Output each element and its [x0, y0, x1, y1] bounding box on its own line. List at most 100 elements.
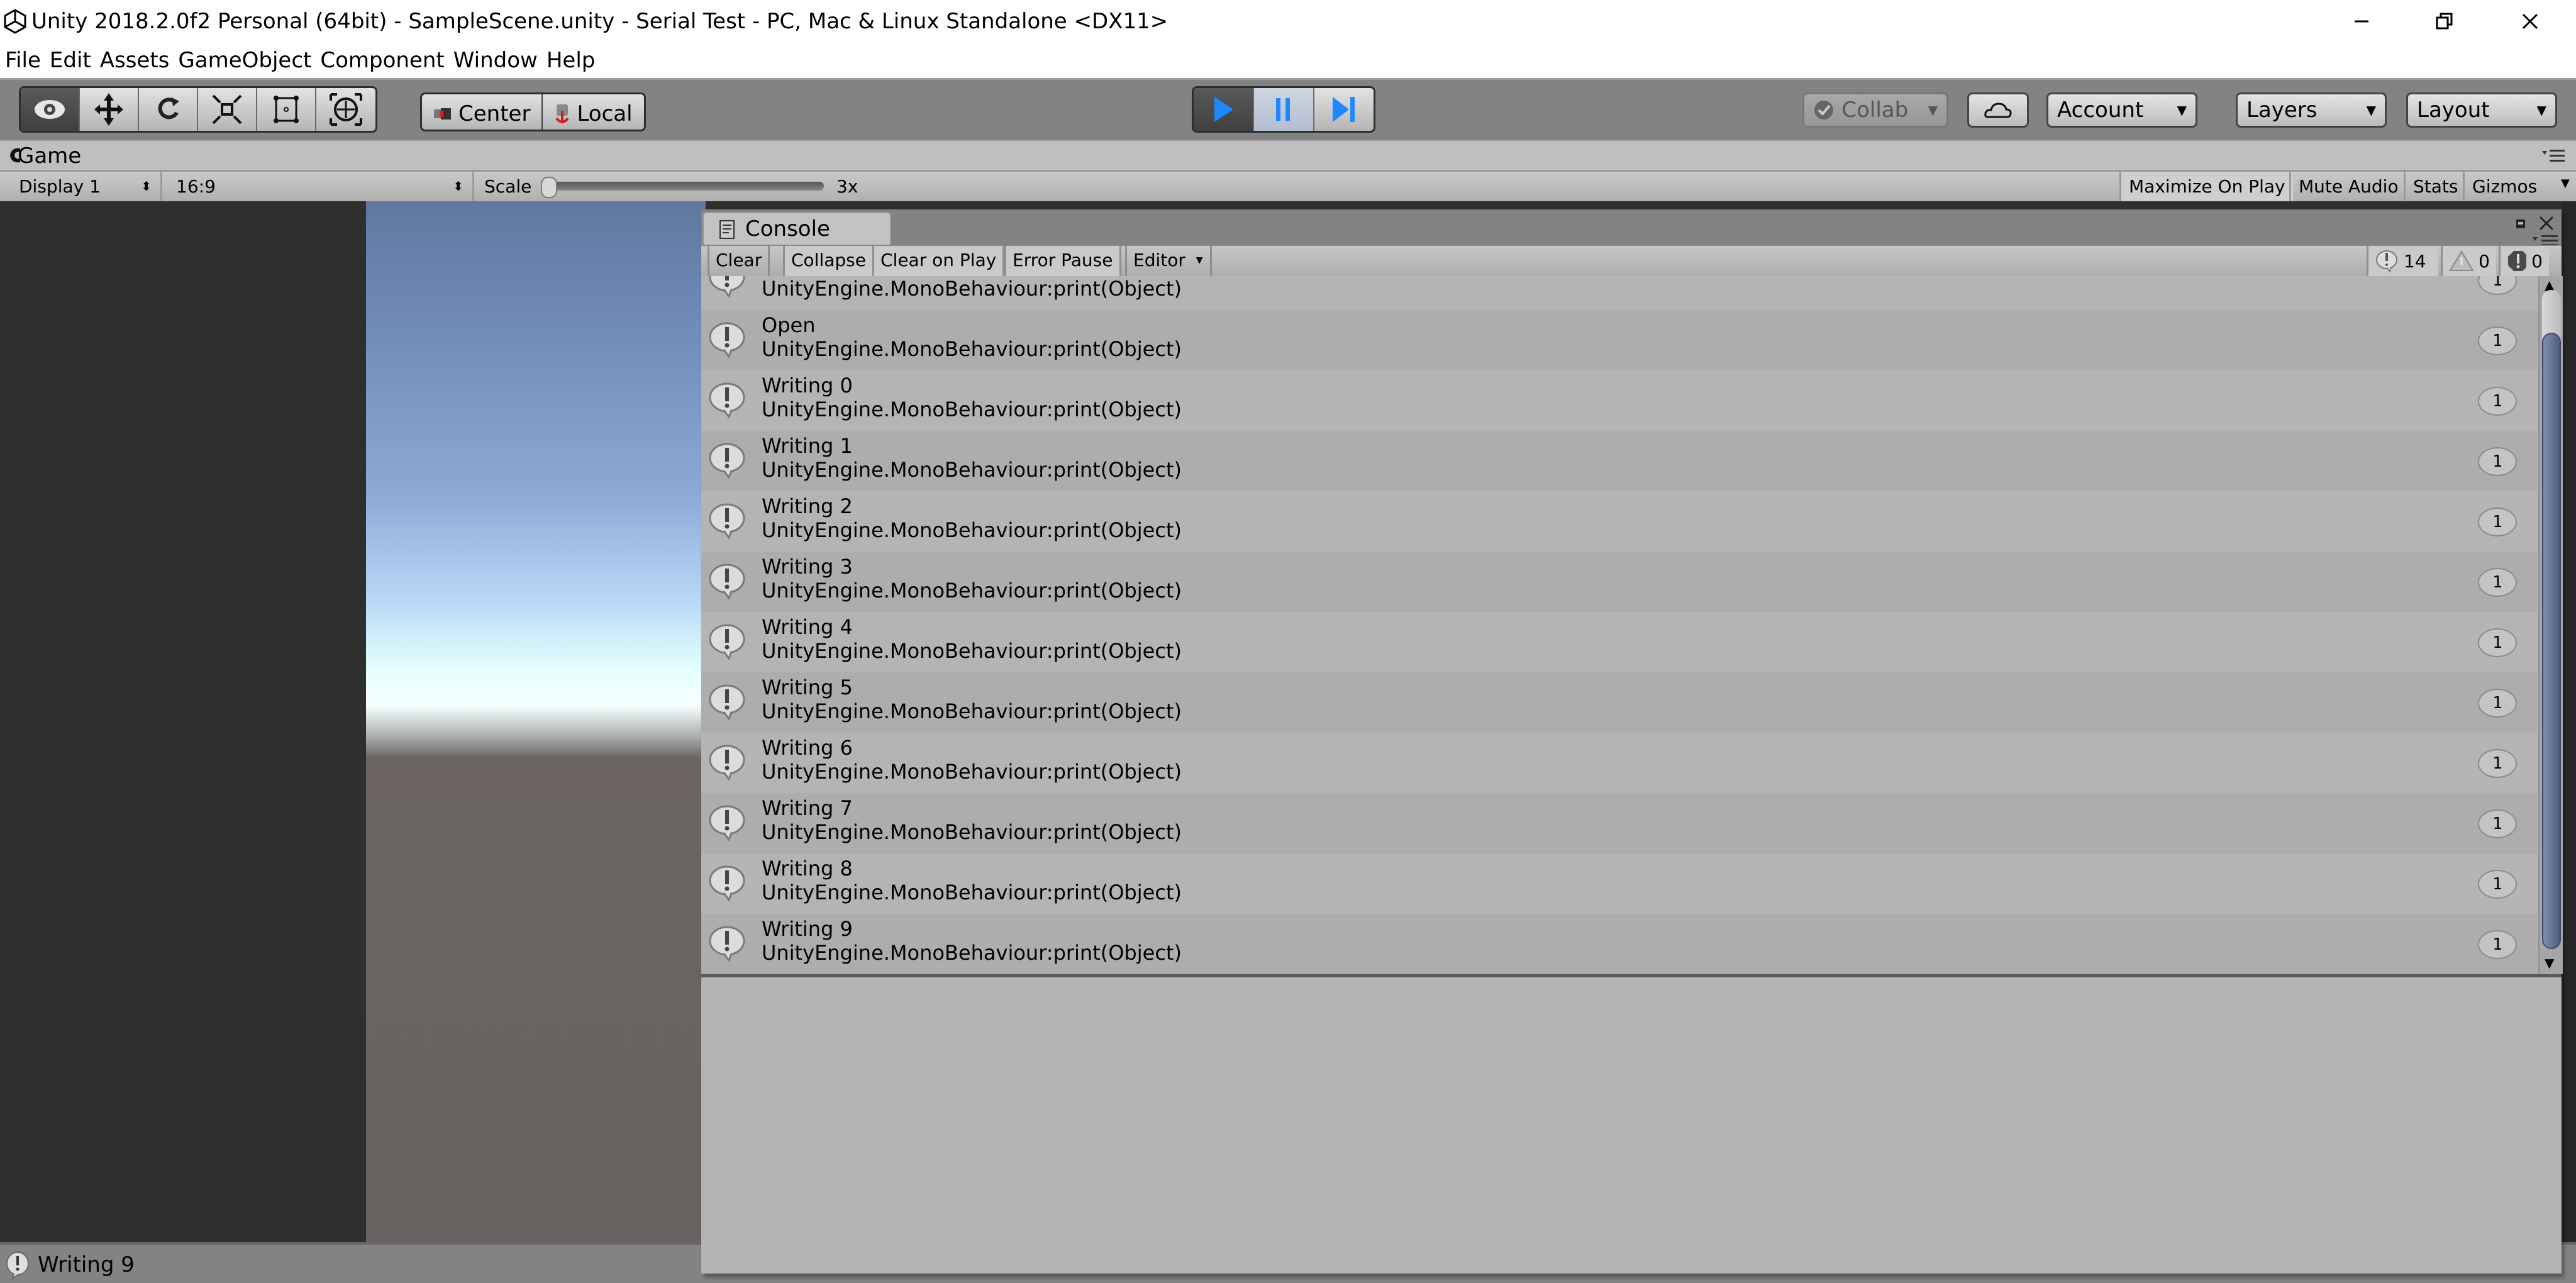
chevron-down-icon: ▼ [2366, 103, 2376, 118]
log-count-badge: 1 [2478, 447, 2517, 476]
log-entry[interactable]: Writing 7 UnityEngine.MonoBehaviour:print… [701, 793, 2538, 853]
tab-console[interactable]: Console [702, 212, 891, 245]
close-window-button[interactable] [2489, 0, 2571, 43]
rotate-tool-button[interactable] [139, 88, 198, 131]
maximize-on-play-toggle[interactable]: Maximize On Play [2119, 172, 2293, 201]
info-bubble-icon [708, 623, 747, 661]
error-icon [2508, 251, 2527, 271]
play-button[interactable] [1194, 88, 1254, 131]
minimize-icon [2355, 20, 2368, 23]
log-message: Writing 2 [762, 494, 853, 518]
pivot-rotation-button[interactable]: Local [543, 94, 643, 130]
maximize-panel-icon[interactable] [2515, 218, 2526, 230]
cloud-icon [1984, 103, 2012, 118]
restore-button[interactable] [2404, 0, 2485, 43]
log-entry[interactable]: Writing 0 UnityEngine.MonoBehaviour:print… [701, 370, 2538, 431]
rect-transform-icon [274, 96, 299, 123]
log-stacktrace: UnityEngine.MonoBehaviour:print(Object) [762, 337, 1182, 361]
log-message: Writing 4 [762, 615, 853, 639]
panel-menu-icon[interactable] [2541, 148, 2566, 164]
menu-assets[interactable]: Assets [95, 43, 174, 78]
game-toolbar: Display 1 ⬍ 16:9 ⬍ Scale 3x Maximize On … [0, 170, 2576, 201]
menu-window[interactable]: Window [448, 43, 541, 78]
step-button[interactable] [1314, 88, 1374, 131]
editor-dropdown[interactable]: Editor ▼ [1125, 246, 1212, 276]
log-entry[interactable]: Opening COM?, baud 9600UnityEngine.MonoB… [701, 276, 2538, 310]
info-bubble-icon [708, 276, 747, 299]
move-tool-button[interactable] [80, 88, 139, 131]
menu-file[interactable]: File [0, 43, 45, 78]
restore-icon [2436, 13, 2453, 30]
scroll-thumb[interactable] [2542, 333, 2561, 949]
info-count-toggle[interactable]: 14 [2367, 246, 2438, 276]
layout-dropdown[interactable]: Layout ▼ [2406, 92, 2557, 128]
log-entry[interactable]: Writing 6 UnityEngine.MonoBehaviour:print… [701, 733, 2538, 793]
error-pause-toggle[interactable]: Error Pause [1004, 246, 1121, 276]
scale-tool-button[interactable] [198, 88, 257, 131]
menu-help[interactable]: Help [541, 43, 599, 78]
warning-count-toggle[interactable]: 0 [2441, 246, 2496, 276]
scroll-down-icon[interactable]: ▼ [2545, 955, 2554, 970]
collapse-toggle[interactable]: Collapse [783, 246, 874, 276]
game-tab-bar: Game [0, 140, 2576, 171]
play-icon [1214, 97, 1233, 122]
log-entry[interactable]: Writing 2 UnityEngine.MonoBehaviour:print… [701, 491, 2538, 552]
account-dropdown[interactable]: Account ▼ [2046, 92, 2197, 128]
scale-slider-thumb[interactable] [541, 177, 557, 198]
gizmos-dropdown-icon[interactable]: ▼ [2561, 177, 2570, 190]
log-entry[interactable]: Open UnityEngine.MonoBehaviour:print(Obje… [701, 310, 2538, 370]
scale-slider-track[interactable] [547, 182, 824, 191]
log-entry[interactable]: Writing 3 UnityEngine.MonoBehaviour:print… [701, 552, 2538, 612]
console-scrollbar[interactable]: ▲ ▼ [2538, 276, 2563, 974]
aspect-select[interactable]: 16:9 ⬍ [170, 172, 474, 201]
aspect-value: 16:9 [176, 176, 216, 197]
rect-tool-button[interactable] [257, 88, 316, 131]
transform-tool-button[interactable] [316, 88, 375, 131]
gizmos-toggle[interactable]: Gizmos [2463, 172, 2545, 201]
tab-game[interactable]: Game [18, 143, 81, 169]
menu-component[interactable]: Component [315, 43, 448, 78]
error-count-toggle[interactable]: 0 [2499, 246, 2549, 276]
menu-edit[interactable]: Edit [45, 43, 95, 78]
menu-gameobject[interactable]: GameObject [173, 43, 315, 78]
chevron-down-icon: ▼ [2536, 103, 2546, 118]
updown-icon: ⬍ [141, 179, 152, 194]
game-render-skybox [366, 201, 706, 1242]
info-bubble-icon [708, 925, 747, 963]
info-bubble-icon [708, 321, 747, 359]
layers-dropdown[interactable]: Layers ▼ [2236, 92, 2387, 128]
cloud-button[interactable] [1967, 92, 2029, 128]
log-entry[interactable]: Writing 8 UnityEngine.MonoBehaviour:print… [701, 853, 2538, 914]
log-stacktrace: UnityEngine.MonoBehaviour:print(Object) [762, 579, 1182, 603]
log-stacktrace: UnityEngine.MonoBehaviour:print(Object) [762, 639, 1182, 663]
log-message: Writing 7 [762, 796, 853, 820]
log-count-badge: 1 [2478, 568, 2517, 597]
pause-button[interactable] [1254, 88, 1314, 131]
info-bubble-icon [6, 1252, 29, 1280]
pivot-mode-button[interactable]: Center [422, 94, 543, 130]
log-entry[interactable]: Writing 9 UnityEngine.MonoBehaviour:print… [701, 914, 2538, 974]
menu-bar: File Edit Assets GameObject Component Wi… [0, 43, 2576, 78]
log-entry[interactable]: Writing 4 UnityEngine.MonoBehaviour:print… [701, 612, 2538, 672]
log-entry[interactable]: Writing 1 UnityEngine.MonoBehaviour:print… [701, 431, 2538, 491]
warning-count: 0 [2479, 250, 2490, 272]
layers-label: Layers [2246, 97, 2318, 123]
log-entry[interactable]: Writing 5 UnityEngine.MonoBehaviour:print… [701, 672, 2538, 733]
hand-tool-button[interactable] [21, 88, 80, 131]
clear-on-play-toggle[interactable]: Clear on Play [872, 246, 1005, 276]
clear-button[interactable]: Clear [708, 246, 770, 276]
layout-label: Layout [2417, 97, 2490, 123]
mute-audio-toggle[interactable]: Mute Audio [2289, 172, 2406, 201]
info-count: 14 [2404, 250, 2426, 272]
scale-icon [212, 94, 242, 125]
updown-icon: ⬍ [453, 179, 464, 194]
game-view-edge [2562, 201, 2576, 1242]
collab-dropdown[interactable]: Collab ▼ [1802, 92, 1948, 128]
chevron-down-icon: ▼ [1928, 103, 1938, 118]
stats-toggle[interactable]: Stats [2404, 172, 2465, 201]
info-bubble-icon [708, 804, 747, 842]
display-select[interactable]: Display 1 ⬍ [13, 172, 162, 201]
minimize-button[interactable] [2321, 0, 2402, 43]
close-panel-icon[interactable] [2538, 214, 2555, 232]
log-count-badge: 1 [2478, 930, 2517, 959]
